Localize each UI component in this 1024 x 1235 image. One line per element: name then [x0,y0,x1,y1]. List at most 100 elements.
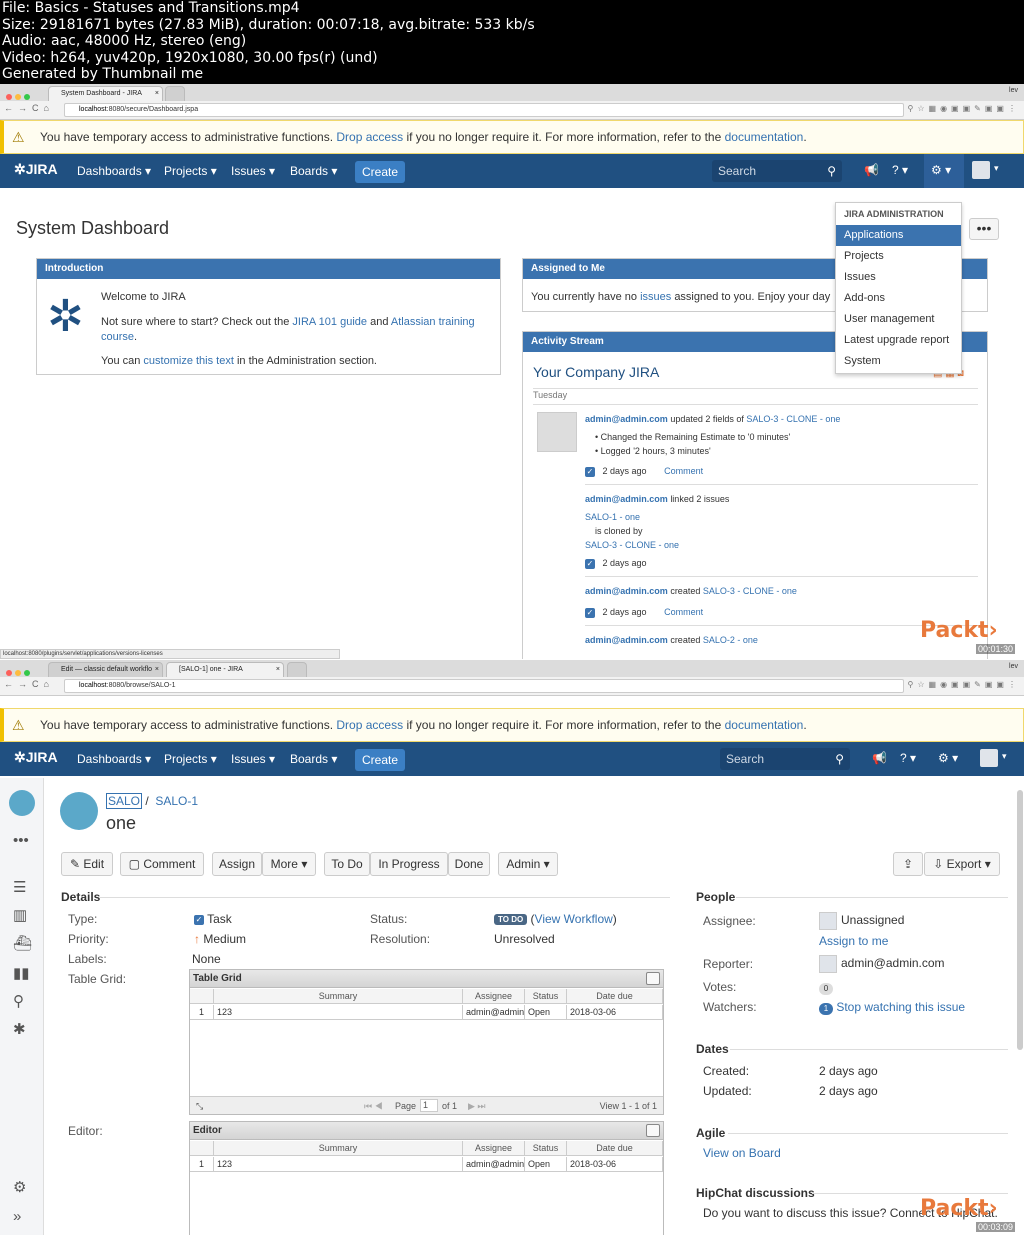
browser-tab-workflow[interactable]: Edit — classic default workflo × [48,662,163,677]
activity-target-link[interactable]: SALO-3 - CLONE - one [703,586,797,596]
new-tab-button[interactable] [287,662,307,677]
nav-boards[interactable]: Boards ▾ [290,752,337,766]
new-tab-button[interactable] [165,86,185,101]
grid-cell[interactable]: Open [525,1157,567,1172]
close-icon[interactable]: × [155,87,159,101]
user-avatar[interactable] [972,161,990,179]
view-on-board-link[interactable]: View on Board [703,1146,781,1160]
grid-cell[interactable]: admin@admin [463,1005,525,1020]
documentation-link[interactable]: documentation [725,718,804,732]
create-button[interactable]: Create [355,161,405,183]
admin-button[interactable]: Admin ▾ [498,852,558,876]
nav-issues[interactable]: Issues ▾ [231,752,275,766]
grid-cell[interactable]: 123 [214,1005,463,1020]
close-icon[interactable]: × [276,663,280,677]
dashboard-tools-button[interactable]: ••• [969,218,999,240]
jira-logo[interactable]: ✲JIRA [14,161,58,179]
drop-access-link[interactable]: Drop access [336,130,403,144]
comment-link[interactable]: Comment [664,607,703,617]
browser-tab-issue[interactable]: [SALO-1] one - JIRA × [166,662,284,677]
help-icon[interactable]: ? ▾ [892,163,908,177]
browser-tab-dashboard[interactable]: System Dashboard - JIRA × [48,86,163,101]
activity-user-link[interactable]: admin@admin.com [585,586,668,596]
stop-watching-link[interactable]: Stop watching this issue [836,1000,965,1014]
scrollbar[interactable] [1017,790,1023,1050]
done-button[interactable]: Done [448,852,490,876]
url-bar[interactable]: localhost:8080/browse/SALO-1 [64,679,904,693]
create-button[interactable]: Create [355,749,405,771]
documentation-link[interactable]: documentation [725,130,804,144]
grid-cell[interactable]: Open [525,1005,567,1020]
view-workflow-link[interactable]: View Workflow [535,912,613,926]
minimize-icon[interactable] [646,972,660,985]
share-icon[interactable]: ⇪ [893,852,923,876]
url-bar[interactable]: localhost:8080/secure/Dashboard.jspa [64,103,904,117]
issues-link[interactable]: issues [640,291,671,303]
todo-button[interactable]: To Do [324,852,370,876]
menu-item-applications[interactable]: Applications [836,225,961,246]
addons-icon[interactable]: ✱ [13,1020,26,1038]
extension-icons[interactable]: ⚲☆▦◉▣▣✎▣▣⋮ [907,104,1020,113]
page-input[interactable]: 1 [420,1099,438,1112]
more-icon[interactable]: ••• [13,832,29,849]
grid-cell[interactable]: 2018-03-06 [567,1157,663,1172]
pager-prev-icons[interactable]: ⏮ ◀ [364,1097,383,1115]
drop-access-link[interactable]: Drop access [336,718,403,732]
nav-boards[interactable]: Boards ▾ [290,164,337,178]
search-input[interactable]: Search ⚲ [720,748,850,770]
close-icon[interactable]: × [155,663,159,677]
grid-cell[interactable]: 2018-03-06 [567,1005,663,1020]
extension-icons[interactable]: ⚲☆▦◉▣▣✎▣▣⋮ [907,680,1020,689]
megaphone-icon[interactable]: 📢 [872,751,887,765]
admin-gear-button[interactable]: ⚙ ▾ [924,154,964,188]
nav-dashboards[interactable]: Dashboards ▾ [77,752,151,766]
activity-link[interactable]: SALO-1 - one [585,512,640,522]
votes-value[interactable]: 0 [819,980,833,995]
help-icon[interactable]: ? ▾ [900,751,916,765]
watchers-value[interactable]: 1 Stop watching this issue [819,1000,965,1015]
jira-logo[interactable]: ✲JIRA [14,749,58,767]
settings-icon[interactable]: ⚙ [13,1178,26,1196]
comment-button[interactable]: ▢ Comment [120,852,204,876]
customize-link[interactable]: customize this text [143,355,233,367]
nav-buttons[interactable]: ←→C⌂ [4,679,54,689]
releases-icon[interactable]: ⛴ [13,934,32,952]
megaphone-icon[interactable]: 📢 [864,163,879,177]
nav-buttons[interactable]: ←→C⌂ [4,103,54,113]
in-progress-button[interactable]: In Progress [370,852,448,876]
reports-icon[interactable]: ▮▮ [13,964,30,982]
jira-101-link[interactable]: JIRA 101 guide [292,316,367,328]
grid-cell[interactable]: admin@admin [463,1157,525,1172]
backlog-icon[interactable]: ☰ [13,878,26,896]
nav-projects[interactable]: Projects ▾ [164,752,217,766]
issues-search-icon[interactable]: ⚲ [13,992,24,1010]
search-input[interactable]: Search ⚲ [712,160,842,182]
grid-cell[interactable]: 123 [214,1157,463,1172]
activity-target-link[interactable]: SALO-3 - CLONE - one [746,414,840,424]
gear-icon[interactable]: ⚙ ▾ [938,751,958,765]
menu-item-issues[interactable]: Issues [836,267,961,288]
nav-issues[interactable]: Issues ▾ [231,164,275,178]
activity-user-link[interactable]: admin@admin.com [585,635,668,645]
more-button[interactable]: More ▾ [262,852,316,876]
project-link[interactable]: SALO [106,793,143,809]
assign-button[interactable]: Assign [212,852,262,876]
menu-item-projects[interactable]: Projects [836,246,961,267]
export-button[interactable]: ⇩ Export ▾ [924,852,1000,876]
minimize-icon[interactable] [646,1124,660,1137]
project-avatar[interactable] [9,790,35,816]
menu-item-upgrade-report[interactable]: Latest upgrade report [836,330,961,351]
assign-to-me-link[interactable]: Assign to me [819,934,888,948]
edit-button[interactable]: ✎ Edit [61,852,113,876]
comment-link[interactable]: Comment [664,466,703,476]
board-icon[interactable]: ▥ [13,906,27,924]
nav-projects[interactable]: Projects ▾ [164,164,217,178]
pager-next-icons[interactable]: ▶ ⏭ [468,1097,486,1115]
resize-icon[interactable]: ⤡ [196,1097,203,1115]
user-avatar[interactable] [980,749,998,767]
collapse-sidebar-icon[interactable]: » [13,1208,21,1225]
activity-target-link[interactable]: SALO-2 - one [703,635,758,645]
activity-user-link[interactable]: admin@admin.com [585,414,668,424]
issue-key-link[interactable]: SALO-1 [155,794,198,808]
nav-dashboards[interactable]: Dashboards ▾ [77,164,151,178]
